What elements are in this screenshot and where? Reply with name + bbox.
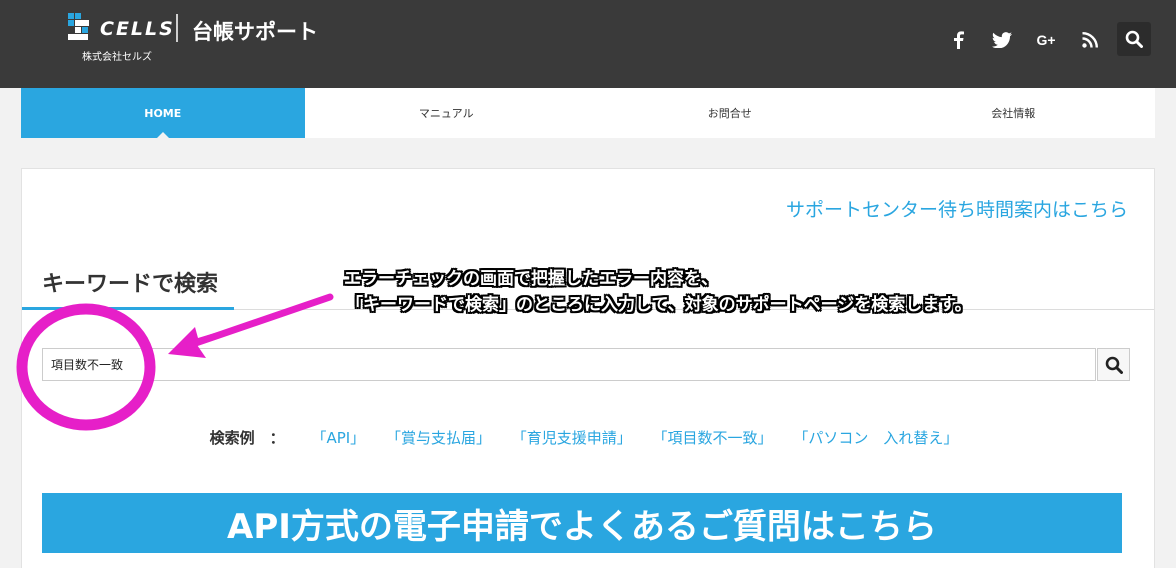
facebook-icon[interactable] (945, 27, 971, 53)
header-search-button[interactable] (1117, 22, 1151, 56)
example-link-api[interactable]: 「API」 (311, 429, 365, 447)
annotation-text-line1: エラーチェックの画面で把握したエラー内容を、 (344, 269, 718, 289)
google-plus-icon[interactable]: G+ (1033, 27, 1059, 53)
examples-label: 検索例 ： (209, 429, 285, 447)
main-nav: HOME マニュアル お問合せ 会社情報 (21, 88, 1155, 138)
search-icon (1105, 356, 1123, 374)
example-link-childcare[interactable]: 「育児支援申請」 (512, 429, 632, 447)
nav-item-manual[interactable]: マニュアル (305, 88, 589, 138)
site-header: CELLS 株式会社セルズ 台帳サポート G+ (0, 0, 1176, 88)
logo-divider (176, 14, 178, 42)
heading-underline (22, 307, 234, 310)
cells-logo-icon[interactable] (68, 13, 94, 41)
nav-item-company[interactable]: 会社情報 (872, 88, 1156, 138)
keyword-search-input[interactable] (42, 348, 1096, 381)
api-faq-banner[interactable]: API方式の電子申請でよくあるご質問はこちら (42, 493, 1122, 553)
annotation-text-line2: 「キーワードで検索」のところに入力して、対象のサポートページを検索します。 (346, 295, 972, 315)
content-card: サポートセンター待ち時間案内はこちら キーワードで検索 検索例 ： 「API」 … (21, 168, 1155, 568)
rss-icon[interactable] (1077, 27, 1103, 53)
example-link-bonus[interactable]: 「賞与支払届」 (386, 429, 491, 447)
keyword-search-button[interactable] (1097, 348, 1130, 381)
logo-text[interactable]: CELLS (100, 18, 175, 40)
search-icon (1125, 30, 1143, 48)
nav-item-contact[interactable]: お問合せ (588, 88, 872, 138)
wait-time-link[interactable]: サポートセンター待ち時間案内はこちら (786, 195, 1128, 222)
nav-item-home[interactable]: HOME (21, 88, 305, 138)
example-link-pc-replace[interactable]: 「パソコン 入れ替え」 (793, 429, 958, 447)
site-title[interactable]: 台帳サポート (192, 16, 318, 46)
logo-subtitle: 株式会社セルズ (82, 52, 152, 63)
twitter-icon[interactable] (989, 27, 1015, 53)
search-examples: 検索例 ： 「API」 「賞与支払届」 「育児支援申請」 「項目数不一致」 「パ… (22, 427, 1154, 448)
keyword-search-heading: キーワードで検索 (42, 272, 219, 297)
example-link-mismatch[interactable]: 「項目数不一致」 (653, 429, 773, 447)
